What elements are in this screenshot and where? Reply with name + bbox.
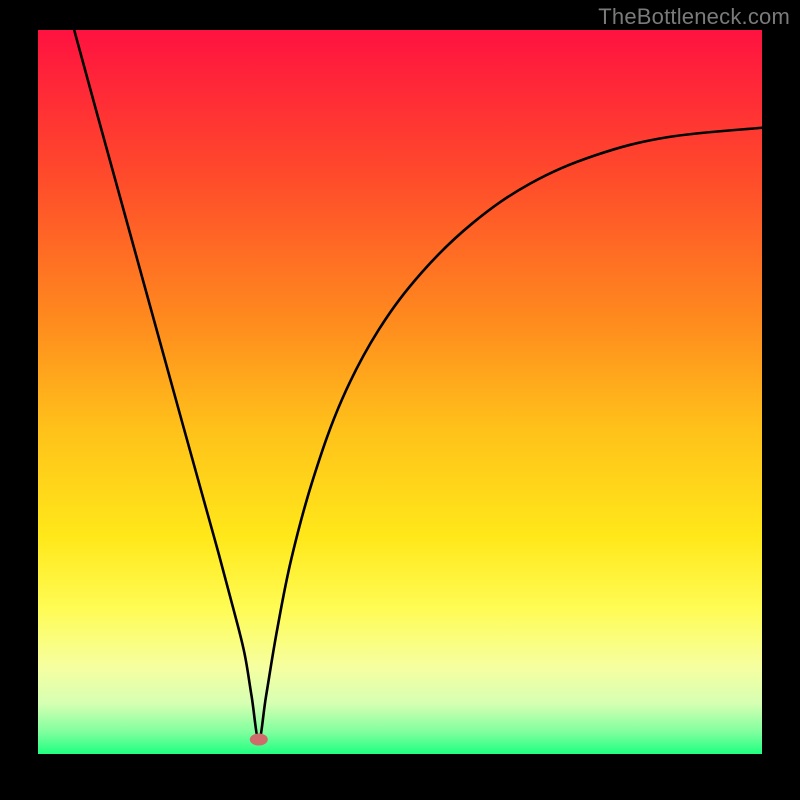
watermark-text: TheBottleneck.com — [598, 4, 790, 30]
chart-container: TheBottleneck.com — [0, 0, 800, 800]
chart-svg — [38, 30, 762, 754]
minimum-marker — [250, 734, 268, 746]
plot-area — [38, 30, 762, 754]
